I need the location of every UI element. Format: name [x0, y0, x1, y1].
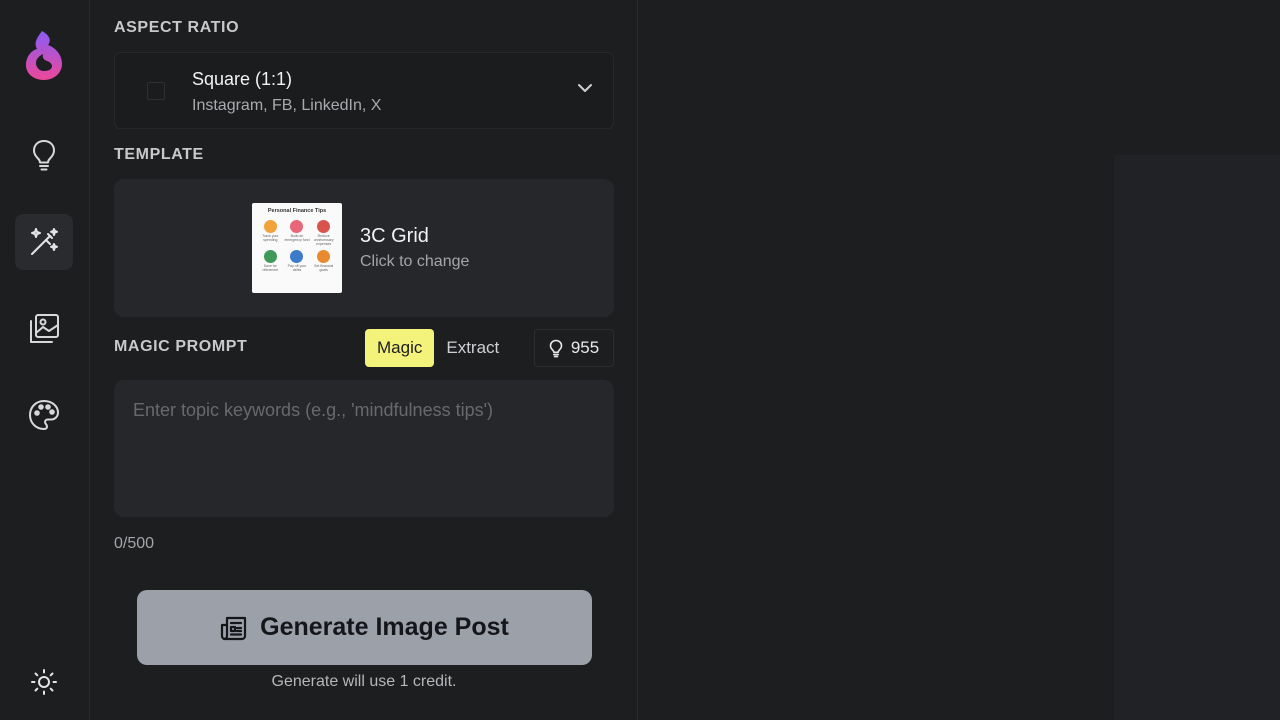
thumbnail-title: Personal Finance Tips — [267, 208, 327, 214]
thumbnail-caption: Set financial goals — [314, 264, 334, 272]
logo-button[interactable] — [15, 27, 73, 83]
preview-canvas — [639, 0, 1280, 720]
thumbnail-cell: Save for retirement — [257, 250, 284, 272]
thumbnail-cell: Reduce unnecessary expenses — [310, 220, 337, 246]
thumbnail-grid: Track your spending Build an emergency fu… — [257, 220, 337, 272]
logo-flame-icon — [26, 31, 62, 80]
magic-prompt-label: MAGIC PROMPT — [114, 338, 248, 355]
template-change-hint: Click to change — [360, 253, 470, 270]
brand-nav-button[interactable] — [15, 387, 73, 443]
aspect-ratio-select[interactable]: Square (1:1) Instagram, FB, LinkedIn, X — [114, 52, 614, 129]
prompt-mode-tabs: Magic Extract — [365, 329, 511, 367]
credit-usage-note: Generate will use 1 credit. — [271, 673, 457, 690]
magic-wand-icon — [31, 228, 58, 255]
thumbnail-cell: Set financial goals — [310, 250, 337, 272]
palette-icon — [29, 400, 59, 430]
newspaper-icon — [221, 616, 247, 640]
credits-badge: 955 — [534, 329, 614, 367]
thumbnail-illustration — [290, 220, 304, 233]
thumbnail-caption: Reduce unnecessary expenses — [313, 234, 334, 246]
aspect-ratio-platforms: Instagram, FB, LinkedIn, X — [192, 97, 382, 114]
sun-icon — [31, 669, 57, 695]
thumbnail-cell: Track your spending — [257, 220, 284, 246]
square-ratio-icon — [147, 82, 165, 100]
create-panel: ASPECT RATIO Square (1:1) Instagram, FB,… — [91, 0, 638, 720]
tab-extract[interactable]: Extract — [434, 329, 511, 367]
thumbnail-cell: Build an emergency fund — [284, 220, 311, 246]
lightbulb-icon — [33, 140, 55, 171]
thumbnail-illustration — [263, 250, 277, 263]
lightbulb-icon — [549, 339, 563, 357]
image-gallery-icon — [30, 314, 59, 343]
template-label: TEMPLATE — [114, 146, 204, 163]
thumbnail-caption: Save for retirement — [262, 264, 279, 272]
thumbnail-caption: Build an emergency fund — [284, 234, 310, 242]
tab-magic[interactable]: Magic — [365, 329, 435, 367]
library-nav-button[interactable] — [15, 301, 73, 357]
thumbnail-cell: Pay off your debts — [284, 250, 311, 272]
sidebar-rail — [0, 0, 90, 720]
generate-button-label: Generate Image Post — [260, 613, 509, 641]
character-counter: 0/500 — [114, 535, 155, 552]
ideas-nav-button[interactable] — [15, 127, 73, 183]
generate-image-post-button[interactable]: Generate Image Post — [137, 590, 592, 665]
chevron-down-icon — [578, 84, 592, 92]
post-preview-area — [1114, 155, 1280, 720]
create-nav-button[interactable] — [15, 214, 73, 270]
thumbnail-illustration — [290, 250, 304, 263]
credits-count: 955 — [570, 338, 600, 357]
thumbnail-illustration — [317, 220, 331, 233]
thumbnail-caption: Pay off your debts — [287, 264, 307, 272]
template-thumbnail: Personal Finance Tips Track your spendin… — [252, 203, 342, 293]
thumbnail-caption: Track your spending — [262, 234, 279, 242]
template-picker[interactable]: Personal Finance Tips Track your spendin… — [114, 179, 614, 317]
aspect-ratio-label: ASPECT RATIO — [114, 19, 240, 36]
thumbnail-illustration — [263, 220, 277, 233]
template-name: 3C Grid — [360, 225, 429, 247]
theme-toggle-button[interactable] — [15, 654, 73, 710]
topic-keywords-input[interactable] — [114, 380, 614, 517]
thumbnail-illustration — [317, 250, 331, 263]
aspect-ratio-title: Square (1:1) — [192, 69, 293, 89]
